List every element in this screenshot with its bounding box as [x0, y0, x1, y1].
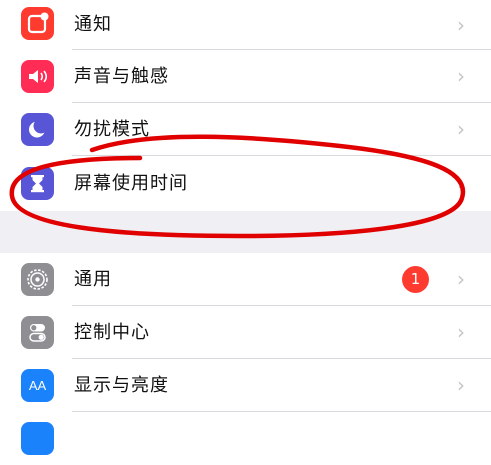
toggles-icon: [21, 316, 54, 349]
chevron-icon: ›: [457, 13, 465, 37]
chevron-icon: ›: [457, 320, 465, 344]
sounds-label: 声音与触感: [74, 66, 169, 87]
settings-row-general[interactable]: 通用 1 ›: [0, 253, 491, 306]
settings-row-notifications[interactable]: 通知 ›: [0, 0, 491, 50]
do-not-disturb-label: 勿扰模式: [74, 119, 150, 140]
chevron-icon: ›: [457, 64, 465, 88]
general-label: 通用: [74, 269, 112, 290]
sound-icon: [21, 60, 54, 93]
display-brightness-label: 显示与亮度: [74, 375, 169, 396]
display-icon-text: AA: [28, 378, 47, 393]
chevron-icon: ›: [457, 171, 465, 195]
partial-app-icon: [21, 422, 54, 455]
moon-icon: [21, 113, 54, 146]
settings-row-display-brightness[interactable]: AA 显示与亮度 ›: [0, 359, 491, 412]
screen-time-label: 屏幕使用时间: [74, 173, 188, 194]
notification-badge: 1: [402, 266, 429, 293]
display-icon: AA: [21, 369, 54, 402]
settings-row-sounds[interactable]: 声音与触感 ›: [0, 50, 491, 103]
settings-row-control-center[interactable]: 控制中心 ›: [0, 306, 491, 359]
settings-row-partial[interactable]: [0, 412, 491, 465]
control-center-label: 控制中心: [74, 322, 150, 343]
chevron-icon: ›: [457, 267, 465, 291]
settings-group-2: 通用 1 › 控制中心 › AA 显示与亮度 ›: [0, 253, 491, 465]
chevron-icon: ›: [457, 373, 465, 397]
chevron-icon: ›: [457, 117, 465, 141]
settings-row-screen-time[interactable]: 屏幕使用时间 ›: [0, 156, 491, 211]
settings-group-1: 通知 › 声音与触感 › 勿扰模式 › 屏幕使用时间 ›: [0, 0, 491, 211]
hourglass-icon: [21, 167, 54, 200]
notifications-icon: [21, 7, 54, 40]
gear-icon: [21, 263, 54, 296]
settings-row-do-not-disturb[interactable]: 勿扰模式 ›: [0, 103, 491, 156]
notifications-label: 通知: [74, 14, 112, 35]
